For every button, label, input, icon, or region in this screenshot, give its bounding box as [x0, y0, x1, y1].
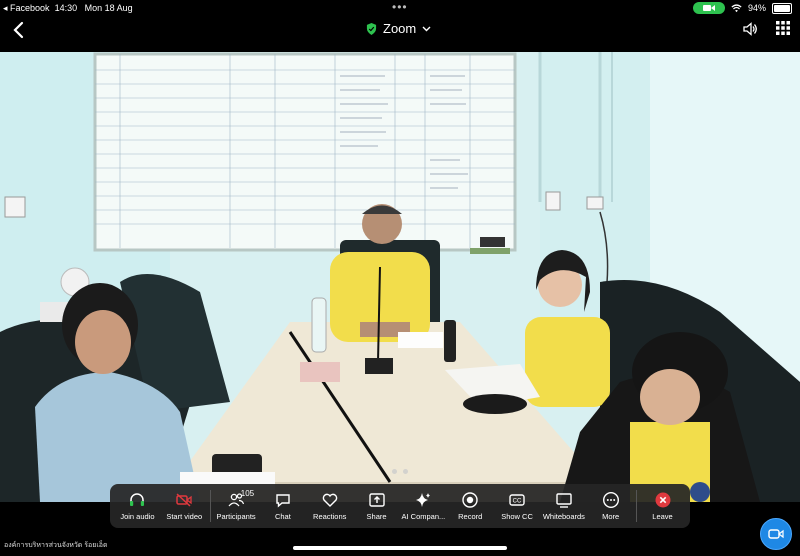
- video-caption: องค์การบริหารส่วนจังหวัด ร้อยเอ็ด: [4, 542, 108, 549]
- page-title: Zoom: [383, 21, 417, 36]
- more-icon: [602, 491, 619, 509]
- meeting-toolbar: Join audio Start video 105 Participants …: [110, 484, 690, 528]
- video-camera-icon: [768, 529, 784, 539]
- status-bar: ◂ Facebook 14:30 Mon 18 Aug ••• 94%: [0, 0, 800, 16]
- shield-check-icon: [366, 22, 377, 35]
- camera-in-use-icon: [692, 2, 725, 14]
- chevron-down-icon: [422, 26, 431, 31]
- cc-icon: CC: [509, 494, 525, 506]
- chat-label: Chat: [274, 512, 291, 521]
- svg-text:CC: CC: [513, 499, 522, 505]
- share-button[interactable]: Share: [353, 484, 400, 528]
- record-button[interactable]: Record: [447, 484, 494, 528]
- reactions-label: Reactions: [313, 512, 347, 521]
- chat-icon: [276, 494, 290, 508]
- conference-room-scene: [0, 52, 800, 502]
- leave-label: Leave: [652, 512, 673, 521]
- meeting-title-dropdown[interactable]: Zoom: [366, 21, 431, 36]
- participants-button[interactable]: 105 Participants: [213, 484, 260, 528]
- ai-companion-label: AI Compan...: [401, 512, 446, 521]
- more-button[interactable]: More: [587, 484, 634, 528]
- video-camera-fab-button[interactable]: [760, 518, 792, 550]
- status-time: 14:30: [54, 3, 78, 13]
- start-video-button[interactable]: Start video: [161, 484, 208, 528]
- reactions-button[interactable]: Reactions: [306, 484, 353, 528]
- whiteboards-label: Whiteboards: [542, 512, 585, 521]
- back-chevron-icon[interactable]: [10, 20, 28, 40]
- video-off-icon: [176, 493, 192, 507]
- record-icon: [462, 492, 478, 508]
- wifi-icon: [731, 3, 742, 12]
- speaker-icon[interactable]: [742, 21, 758, 37]
- meeting-video-feed[interactable]: [0, 52, 800, 502]
- leave-icon: [655, 492, 671, 508]
- toolbar-divider: [209, 490, 211, 522]
- whiteboards-button[interactable]: Whiteboards: [540, 484, 587, 528]
- status-date: Mon 18 Aug: [84, 3, 133, 13]
- join-audio-label: Join audio: [120, 512, 155, 521]
- battery-icon: [772, 2, 792, 14]
- more-label: More: [602, 512, 620, 521]
- whiteboard-icon: [556, 493, 572, 508]
- nav-bar: Zoom: [0, 16, 800, 44]
- ai-companion-button[interactable]: AI Compan...: [400, 484, 447, 528]
- toolbar-divider: [636, 490, 638, 522]
- back-to-app-link[interactable]: ◂ Facebook: [3, 3, 50, 13]
- grid-view-icon[interactable]: [776, 21, 790, 35]
- show-cc-button[interactable]: CC Show CC: [494, 484, 541, 528]
- headphones-icon: [130, 493, 145, 506]
- participants-count: 105: [240, 489, 255, 498]
- join-audio-button[interactable]: Join audio: [114, 484, 161, 528]
- heart-icon: [322, 493, 337, 507]
- battery-percent: 94%: [747, 3, 766, 13]
- share-label: Share: [366, 512, 387, 521]
- chat-button[interactable]: Chat: [259, 484, 306, 528]
- home-indicator[interactable]: [293, 546, 507, 550]
- page-indicator: [392, 469, 408, 474]
- multitasking-dots-icon[interactable]: •••: [392, 0, 408, 14]
- record-label: Record: [458, 512, 483, 521]
- participants-label: Participants: [216, 512, 256, 521]
- show-cc-label: Show CC: [501, 512, 533, 521]
- leave-button[interactable]: Leave: [639, 484, 686, 528]
- start-video-label: Start video: [166, 512, 203, 521]
- sparkle-icon: [416, 493, 431, 507]
- share-icon: [368, 493, 385, 507]
